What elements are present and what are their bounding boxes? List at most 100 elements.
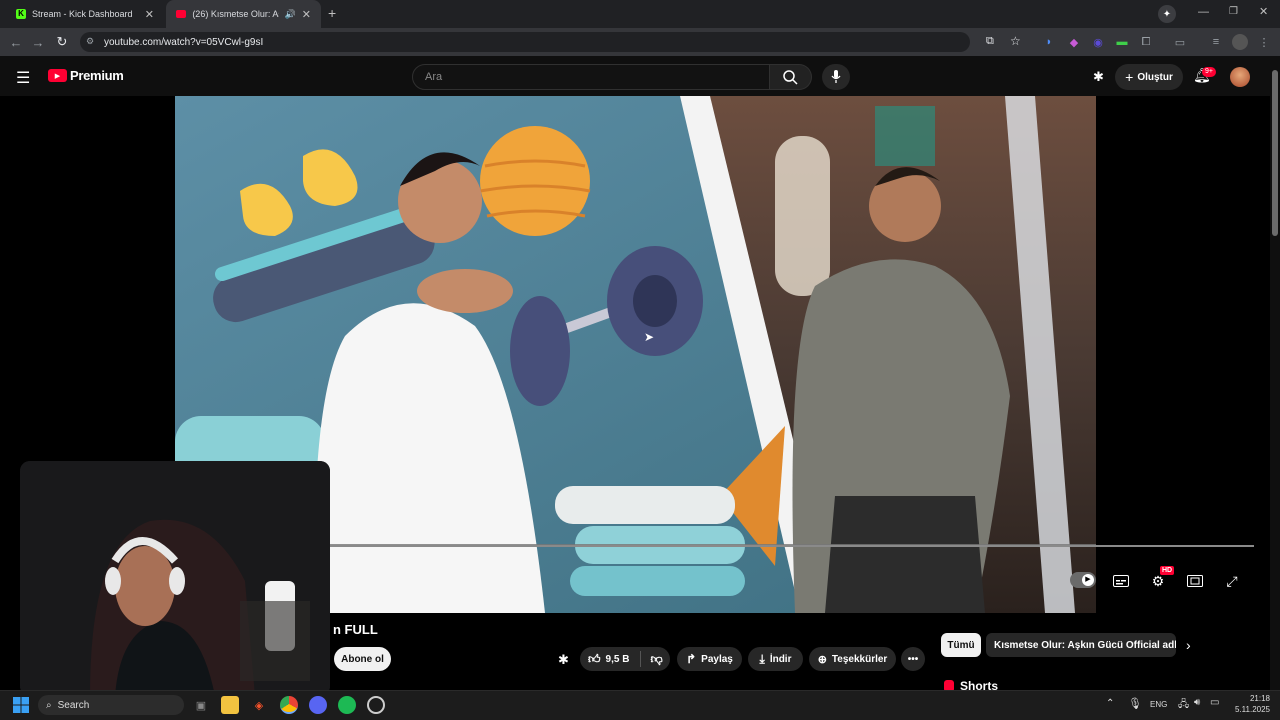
new-tab-button[interactable]: +	[328, 5, 336, 21]
download-icon: ⤓	[759, 651, 765, 666]
youtube-favicon-icon	[176, 10, 187, 18]
input-language[interactable]: ENG	[1150, 700, 1167, 709]
youtube-premium-logo[interactable]: ▶ Premium	[48, 68, 124, 83]
settings-gear-icon[interactable]: ⚙	[1148, 573, 1168, 589]
create-label: Oluştur	[1137, 71, 1173, 83]
address-toolbar: ← → ↻ ⚙ youtube.com/watch?v=05VCwl-g9sI …	[0, 28, 1280, 56]
chip-label: Tümü	[947, 639, 975, 651]
extensions-puzzle-icon[interactable]: ⧠	[1138, 34, 1154, 50]
extension-4-icon[interactable]: ▬	[1114, 34, 1130, 50]
autoplay-toggle[interactable]: ▶	[1070, 572, 1096, 588]
autoplay-play-icon: ▶	[1082, 574, 1094, 586]
ask-ai-sparkle-icon[interactable]: ✱	[558, 652, 569, 668]
search-placeholder: Ara	[425, 71, 443, 83]
download-button[interactable]: ⤓ İndir	[748, 647, 803, 671]
media-control-icon[interactable]: ≡	[1208, 34, 1224, 50]
chrome-icon[interactable]	[280, 696, 298, 714]
tray-overflow-chevron-icon[interactable]: ⌃	[1106, 698, 1114, 709]
thanks-button[interactable]: ⊕ Teşekkürler	[809, 647, 896, 671]
spotify-icon[interactable]	[338, 696, 356, 714]
kick-favicon-icon: K	[16, 9, 26, 19]
task-view-icon[interactable]: ▣	[192, 696, 210, 714]
profile-avatar-icon[interactable]	[1232, 34, 1248, 50]
extension-2-icon[interactable]: ◆	[1066, 34, 1082, 50]
subscribe-label: Abone ol	[341, 653, 384, 665]
create-button[interactable]: + Oluştur	[1115, 64, 1183, 90]
obs-icon[interactable]	[367, 696, 385, 714]
close-window-icon[interactable]: ✕	[1259, 5, 1268, 18]
hamburger-menu-icon[interactable]: ☰	[16, 68, 30, 88]
restore-window-icon[interactable]: ❐	[1229, 6, 1238, 17]
battery-icon[interactable]: ▭	[1210, 697, 1219, 708]
search-button[interactable]	[770, 64, 812, 90]
browser-menu-icon[interactable]: ⋮	[1256, 34, 1272, 50]
taskbar-search-label: Search	[57, 699, 90, 711]
subscribe-button[interactable]: Abone ol	[334, 647, 391, 671]
clock[interactable]: 21:18 5.11.2025	[1230, 693, 1270, 715]
tray-microphone-icon[interactable]: 🎙︎	[1128, 697, 1142, 710]
install-app-icon[interactable]: ⧉	[986, 35, 994, 48]
youtube-logo-icon: ▶	[48, 69, 67, 82]
thanks-icon: ⊕	[817, 653, 827, 666]
url-text: youtube.com/watch?v=05VCwl-g9sI	[104, 36, 264, 48]
tab-youtube-video[interactable]: (26) Kısmetse Olur: Aşkın G 🔊 ✕	[166, 0, 321, 28]
audio-playing-icon[interactable]: 🔊	[285, 9, 296, 20]
close-tab-icon[interactable]: ✕	[145, 8, 154, 21]
account-avatar[interactable]	[1230, 67, 1250, 87]
like-dislike-group: 👍︎ 9,5 B 👎︎	[580, 647, 670, 671]
plus-icon: +	[1125, 69, 1134, 85]
discord-icon[interactable]	[309, 696, 327, 714]
brave-browser-icon[interactable]: ◈	[250, 696, 268, 714]
url-field[interactable]: ⚙ youtube.com/watch?v=05VCwl-g9sI ⧉ ☆	[80, 32, 1021, 52]
gemini-sparkle-icon[interactable]: ✦	[1158, 5, 1176, 23]
theater-mode-icon[interactable]	[1185, 573, 1205, 589]
reload-icon[interactable]: ↻	[50, 30, 74, 54]
extension-1-icon[interactable]: ◗	[1041, 34, 1057, 50]
chip-all[interactable]: Tümü	[941, 633, 981, 657]
network-icon[interactable]: 🖧︎	[1178, 697, 1189, 714]
brand-label: Premium	[70, 68, 124, 83]
windows-start-icon[interactable]	[12, 696, 30, 714]
forward-icon[interactable]: →	[26, 30, 50, 54]
volume-icon[interactable]: 🔊︎	[1194, 697, 1200, 708]
download-label: İndir	[769, 653, 792, 665]
microphone-icon	[831, 70, 841, 83]
tab-kick-dashboard[interactable]: K Stream - Kick Dashboard ✕	[6, 0, 164, 28]
clock-date: 5.11.2025	[1235, 705, 1270, 714]
chips-next-chevron-icon[interactable]: ›	[1186, 637, 1191, 653]
notifications-badge: 9+	[1202, 67, 1216, 77]
search-icon: ⌕	[46, 699, 52, 711]
like-icon[interactable]: 👍︎	[588, 652, 601, 667]
minimize-window-icon[interactable]: —	[1198, 6, 1209, 18]
pill-divider	[640, 651, 642, 667]
mouse-cursor-icon: ➤	[644, 330, 655, 344]
share-button[interactable]: ↱ Paylaş	[677, 647, 742, 671]
dislike-icon[interactable]: 👎︎	[650, 652, 662, 667]
share-label: Paylaş	[701, 653, 733, 665]
scrollbar-thumb[interactable]	[1272, 70, 1278, 236]
search-input[interactable]: Ara	[412, 64, 770, 90]
ai-sparkle-icon[interactable]: ✱	[1093, 69, 1104, 85]
bookmark-star-icon[interactable]: ☆	[1010, 34, 1021, 48]
webcam-overlay	[20, 461, 330, 696]
back-icon[interactable]: ←	[4, 30, 28, 54]
file-explorer-icon[interactable]	[221, 696, 239, 714]
search-icon	[783, 69, 798, 85]
clock-time: 21:18	[1249, 694, 1270, 703]
browser-tab-bar: K Stream - Kick Dashboard ✕ (26) Kısmets…	[0, 0, 1280, 28]
voice-search-button[interactable]	[822, 64, 850, 90]
chip-channel-uploads[interactable]: Kısmetse Olur: Aşkın Gücü Official adlı …	[986, 633, 1176, 657]
side-panel-icon[interactable]: ▭	[1172, 34, 1188, 50]
extension-3-icon[interactable]: ◉	[1090, 34, 1106, 50]
webcam-feed	[20, 461, 330, 696]
chip-label: Kısmetse Olur: Aşkın Gücü Official adlı …	[994, 639, 1176, 651]
subtitles-icon[interactable]	[1111, 573, 1131, 589]
thanks-label: Teşekkürler	[831, 653, 888, 665]
site-info-icon[interactable]: ⚙	[86, 36, 94, 47]
more-actions-icon[interactable]: •••	[901, 647, 925, 671]
like-count[interactable]: 9,5 B	[606, 654, 630, 665]
taskbar-search-box[interactable]: ⌕ Search	[38, 695, 184, 715]
tab-label: Stream - Kick Dashboard	[32, 9, 133, 19]
fullscreen-icon[interactable]: ⤢	[1222, 573, 1242, 589]
close-tab-icon[interactable]: ✕	[302, 8, 311, 21]
